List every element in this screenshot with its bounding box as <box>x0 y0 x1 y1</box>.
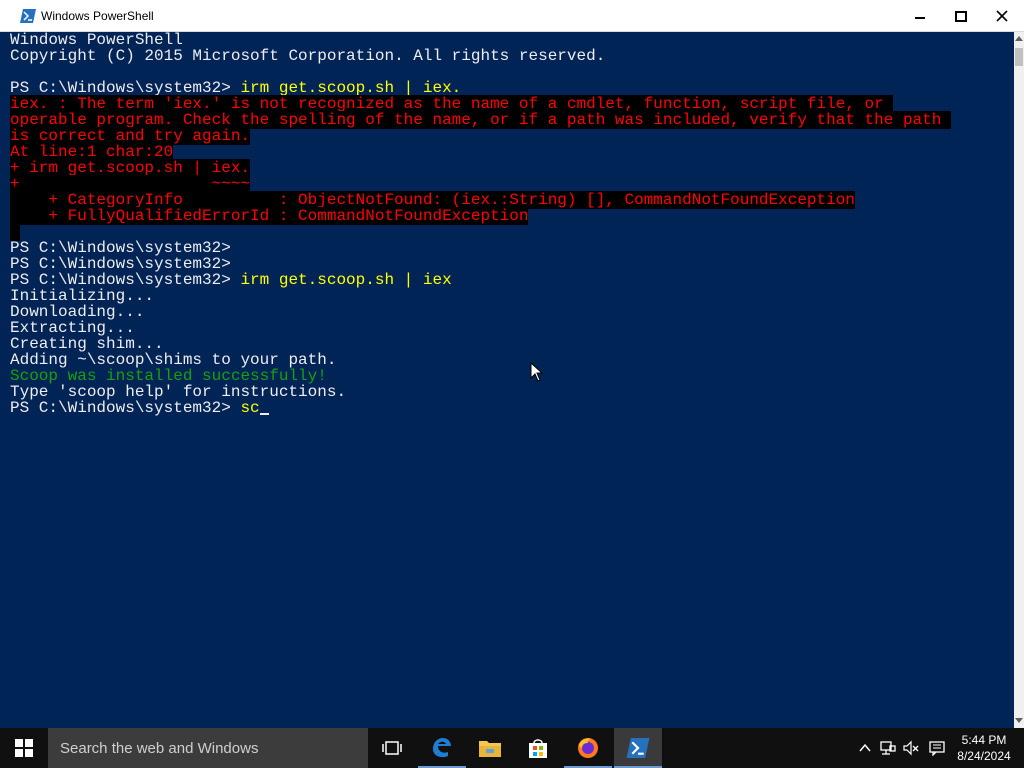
console-area[interactable]: Windows PowerShell Copyright (C) 2015 Mic… <box>0 32 1014 728</box>
console-line: operable program. Check the spelling of … <box>10 111 951 129</box>
action-center-icon[interactable] <box>929 740 945 756</box>
console-line: + FullyQualifiedErrorId : CommandNotFoun… <box>10 207 951 225</box>
console-line: + irm get.scoop.sh | iex. <box>10 159 951 177</box>
network-icon[interactable] <box>880 740 896 756</box>
console-line: Extracting... <box>10 320 951 336</box>
maximize-button[interactable] <box>941 0 981 32</box>
taskbar-firefox[interactable] <box>564 728 612 768</box>
clock-time: 5:44 PM <box>961 733 1007 747</box>
taskbar-powershell[interactable] <box>614 728 662 768</box>
clock-date: 8/24/2024 <box>957 749 1011 763</box>
folder-icon <box>479 741 501 757</box>
console-line: iex. : The term 'iex.' is not recognized… <box>10 95 951 113</box>
windows-logo-icon <box>15 739 33 757</box>
search-placeholder: Search the web and Windows <box>60 740 259 757</box>
firefox-icon <box>578 738 598 758</box>
console-line: Windows PowerShell <box>10 32 951 48</box>
chevron-up-icon[interactable] <box>857 740 873 756</box>
console-line: Type 'scoop help' for instructions. <box>10 384 951 400</box>
edge-icon <box>433 738 451 758</box>
mouse-pointer-icon <box>530 362 544 382</box>
taskbar-store[interactable] <box>514 728 562 768</box>
close-icon <box>996 10 1008 22</box>
console-line: Adding ~\scoop\shims to your path. <box>10 352 951 368</box>
console-line: Initializing... <box>10 288 951 304</box>
console-line: PS C:\Windows\system32> irm get.scoop.sh… <box>10 80 951 96</box>
scroll-down-arrow-icon[interactable] <box>1015 718 1023 723</box>
console-line: Scoop was installed successfully! <box>10 368 951 384</box>
console-line: PS C:\Windows\system32> <box>10 240 951 256</box>
console-line: At line:1 char:20 <box>10 143 951 161</box>
command-text: irm get.scoop.sh | iex <box>240 271 452 289</box>
minimize-icon <box>915 17 925 19</box>
console-output: Windows PowerShell Copyright (C) 2015 Mic… <box>10 32 951 416</box>
volume-muted-icon[interactable] <box>903 740 919 756</box>
console-line: PS C:\Windows\system32> sc <box>10 400 951 416</box>
console-line: is correct and try again. <box>10 127 951 145</box>
scroll-up-arrow-icon[interactable] <box>1015 36 1023 41</box>
console-line: Copyright (C) 2015 Microsoft Corporation… <box>10 48 951 64</box>
minimize-button[interactable] <box>900 0 940 32</box>
console-line: PS C:\Windows\system32> <box>10 256 951 272</box>
taskbar-clock[interactable]: 5:44 PM 8/24/2024 <box>952 732 1016 764</box>
scrollbar-thumb[interactable] <box>1015 48 1023 66</box>
window-title: Windows PowerShell <box>41 9 154 23</box>
text-cursor <box>259 413 269 415</box>
task-view-icon <box>382 741 402 755</box>
taskbar: Search the web and Windows 5:44 PM 8/24/… <box>0 728 1024 768</box>
console-line: Creating shim... <box>10 336 951 352</box>
powershell-icon <box>626 738 650 758</box>
console-line: Downloading... <box>10 304 951 320</box>
search-box[interactable]: Search the web and Windows <box>48 728 368 768</box>
command-text: sc <box>240 399 260 417</box>
prompt-text: PS C:\Windows\system32> <box>10 399 241 417</box>
error-text: + FullyQualifiedErrorId : CommandNotFoun… <box>10 207 529 225</box>
store-icon <box>529 739 547 758</box>
maximize-icon <box>955 10 967 22</box>
output-text: Copyright (C) 2015 Microsoft Corporation… <box>10 47 606 65</box>
console-line: + CategoryInfo : ObjectNotFound: (iex.:S… <box>10 191 951 209</box>
taskbar-file-explorer[interactable] <box>466 728 514 768</box>
close-button[interactable] <box>982 0 1022 32</box>
console-line <box>10 223 951 241</box>
start-button[interactable] <box>0 728 48 768</box>
taskbar-edge[interactable] <box>418 728 466 768</box>
task-view-button[interactable] <box>368 728 416 768</box>
vertical-scrollbar[interactable] <box>1014 32 1024 728</box>
console-line: PS C:\Windows\system32> irm get.scoop.sh… <box>10 272 951 288</box>
console-line: + ~~~~ <box>10 175 951 193</box>
title-bar[interactable]: Windows PowerShell <box>0 0 1024 32</box>
powershell-icon <box>20 9 36 23</box>
